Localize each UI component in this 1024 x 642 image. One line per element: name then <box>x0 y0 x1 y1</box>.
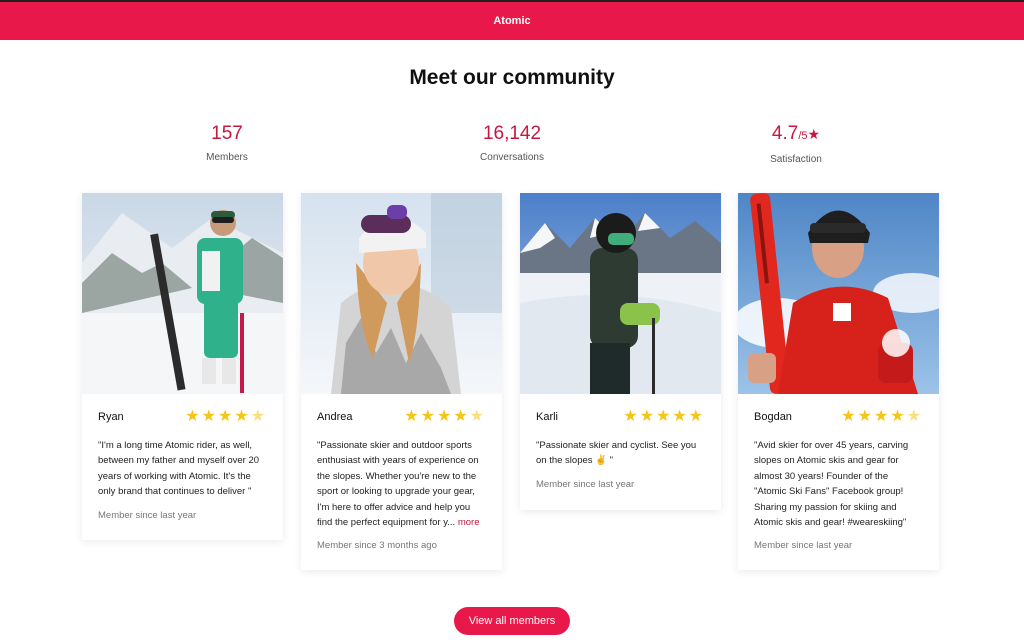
page-title: Meet our community <box>409 66 615 89</box>
stat-conversations: 16,142 Conversations <box>402 122 622 163</box>
satisfaction-scale: /5 <box>798 130 808 142</box>
member-photo <box>82 193 283 394</box>
star-icon: ★★★★★ <box>623 408 705 425</box>
rating-stars: ★★★★★ <box>623 409 705 425</box>
member-photo <box>520 193 721 394</box>
star-icon: ★★★★ <box>841 408 907 425</box>
member-photo <box>301 193 502 394</box>
view-all-members-button[interactable]: View all members <box>454 607 570 635</box>
member-since: Member since last year <box>98 509 197 521</box>
rating-stars: ★★★★★ <box>185 409 267 425</box>
member-quote: "I'm a long time Atomic rider, as well, … <box>98 440 260 498</box>
stat-members-value: 157 <box>211 123 243 144</box>
stat-members: 157 Members <box>117 122 337 163</box>
top-bar: Atomic <box>0 0 1024 40</box>
member-quote: "Passionate skier and outdoor sports ent… <box>317 438 486 530</box>
member-quote: "Passionate skier and cyclist. See you o… <box>536 440 697 467</box>
half-star-icon: ★ <box>250 408 267 425</box>
star-icon: ★★★★ <box>185 408 251 425</box>
rating-stars: ★★★★★ <box>841 409 923 425</box>
half-star-icon: ★ <box>469 408 486 425</box>
member-card-bogdan[interactable]: Bogdan ★★★★★ "Avid skier for over 45 yea… <box>738 193 939 570</box>
member-name: Karli <box>536 411 559 423</box>
stat-satisfaction: 4.7/5★ Satisfaction <box>686 122 906 165</box>
star-icon: ★★★★ <box>404 408 470 425</box>
satisfaction-score: 4.7 <box>771 123 799 144</box>
stat-conversations-value: 16,142 <box>482 123 542 144</box>
brand-name[interactable]: Atomic <box>493 15 530 27</box>
member-since: Member since last year <box>536 478 635 490</box>
rating-stars: ★★★★★ <box>404 409 486 425</box>
member-since: Member since 3 months ago <box>317 540 437 552</box>
stat-members-label: Members <box>206 152 248 163</box>
member-quote-text: "Passionate skier and outdoor sports ent… <box>317 440 479 529</box>
member-name: Bogdan <box>754 411 792 423</box>
member-since: Member since last year <box>754 540 853 552</box>
stat-satisfaction-label: Satisfaction <box>770 154 822 165</box>
member-card-karli[interactable]: Karli ★★★★★ "Passionate skier and cyclis… <box>520 193 721 510</box>
member-quote: "Avid skier for over 45 years, carving s… <box>754 440 909 529</box>
star-icon: ★ <box>807 126 821 142</box>
stat-conversations-label: Conversations <box>480 152 544 163</box>
member-photo <box>738 193 939 394</box>
member-name: Andrea <box>317 411 353 423</box>
stat-satisfaction-value: 4.7/5★ <box>686 122 906 148</box>
member-card-ryan[interactable]: Ryan ★★★★★ "I'm a long time Atomic rider… <box>82 193 283 540</box>
more-link[interactable]: more <box>458 517 480 528</box>
member-card-andrea[interactable]: Andrea ★★★★★ "Passionate skier and outdo… <box>301 193 502 570</box>
member-name: Ryan <box>98 411 124 423</box>
half-star-icon: ★ <box>906 408 923 425</box>
